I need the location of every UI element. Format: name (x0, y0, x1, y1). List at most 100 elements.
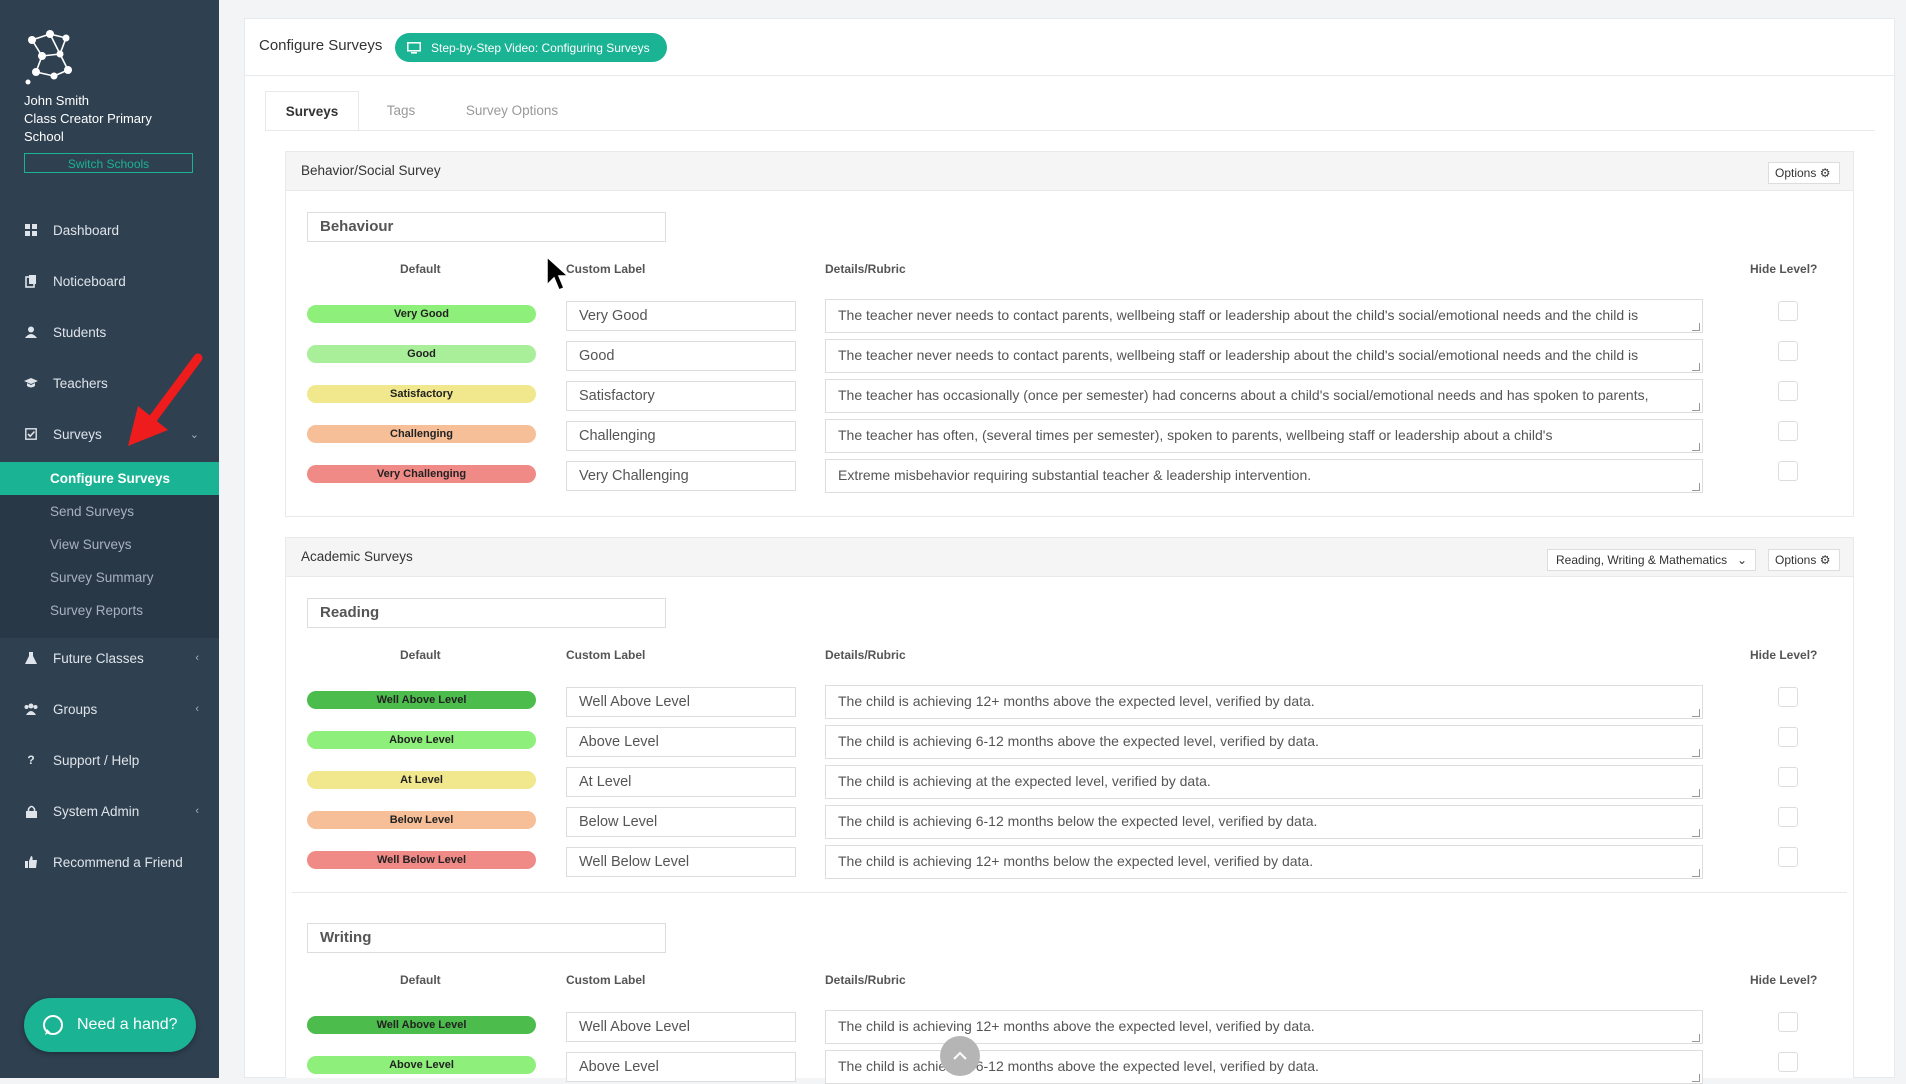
resize-handle-icon[interactable] (1692, 443, 1700, 451)
custom-label-input[interactable]: Very Good (566, 301, 796, 331)
custom-label-input[interactable]: Well Below Level (566, 847, 796, 877)
resize-handle-icon[interactable] (1692, 749, 1700, 757)
sub-send-surveys[interactable]: Send Surveys (0, 495, 219, 528)
details-textarea[interactable]: The teacher never needs to contact paren… (825, 339, 1703, 373)
tab-survey-options[interactable]: Survey Options (452, 91, 572, 131)
nav-future-classes-label: Future Classes (53, 650, 144, 666)
hide-level-checkbox[interactable] (1778, 847, 1798, 867)
nav-dashboard-label: Dashboard (53, 222, 120, 238)
video-button-label: Step-by-Step Video: Configuring Surveys (431, 40, 650, 55)
hide-level-checkbox[interactable] (1778, 727, 1798, 747)
resize-handle-icon[interactable] (1692, 403, 1700, 411)
users-icon (24, 702, 38, 716)
custom-label-input[interactable]: Well Above Level (566, 687, 796, 717)
default-level-pill: At Level (307, 771, 536, 789)
details-textarea[interactable]: The child is achieving 12+ months above … (825, 685, 1703, 719)
sub-configure-surveys[interactable]: Configure Surveys (0, 462, 219, 495)
hide-level-checkbox[interactable] (1778, 461, 1798, 481)
details-textarea[interactable]: The teacher never needs to contact paren… (825, 299, 1703, 333)
col-details: Details/Rubric (825, 262, 906, 276)
behavior-panel-title: Behavior/Social Survey (301, 163, 441, 178)
hide-level-checkbox[interactable] (1778, 807, 1798, 827)
resize-handle-icon[interactable] (1692, 1074, 1700, 1082)
custom-label-input[interactable]: Satisfactory (566, 381, 796, 411)
custom-label-input[interactable]: Below Level (566, 807, 796, 837)
details-textarea[interactable]: Extreme misbehavior requiring substantia… (825, 459, 1703, 493)
col-details: Details/Rubric (825, 973, 906, 987)
hide-level-checkbox[interactable] (1778, 421, 1798, 441)
hide-level-checkbox[interactable] (1778, 1012, 1798, 1032)
details-textarea[interactable]: The child is achieving 6-12 months above… (825, 725, 1703, 759)
section-divider (292, 892, 1847, 893)
hide-level-checkbox[interactable] (1778, 767, 1798, 787)
lock-icon (24, 804, 38, 818)
chevron-down-icon: ⌄ (1736, 553, 1747, 567)
custom-label-input[interactable]: Very Challenging (566, 461, 796, 491)
details-textarea[interactable]: The child is achieving 6-12 months below… (825, 805, 1703, 839)
sub-survey-summary[interactable]: Survey Summary (0, 561, 219, 594)
nav-system-admin[interactable]: System Admin ‹ (0, 786, 219, 836)
hide-level-checkbox[interactable] (1778, 381, 1798, 401)
monitor-icon (407, 41, 421, 54)
video-button[interactable]: Step-by-Step Video: Configuring Surveys (395, 33, 667, 62)
sub-view-surveys[interactable]: View Surveys (0, 528, 219, 561)
hide-level-checkbox[interactable] (1778, 1052, 1798, 1072)
hide-level-checkbox[interactable] (1778, 687, 1798, 707)
resize-handle-icon[interactable] (1692, 363, 1700, 371)
col-hide-level: Hide Level? (1750, 648, 1818, 662)
col-hide-level: Hide Level? (1750, 262, 1818, 276)
details-textarea[interactable]: The child is achieving at the expected l… (825, 765, 1703, 799)
nav-groups[interactable]: Groups ‹ (0, 684, 219, 734)
behavior-options-button[interactable]: Options ⚙ (1768, 162, 1840, 184)
resize-handle-icon[interactable] (1692, 709, 1700, 717)
resize-handle-icon[interactable] (1692, 829, 1700, 837)
col-custom-label: Custom Label (566, 648, 646, 662)
academic-options-button[interactable]: Options ⚙ (1768, 549, 1840, 571)
subject-select[interactable]: Reading, Writing & Mathematics ⌄ (1547, 549, 1756, 571)
hide-level-checkbox[interactable] (1778, 301, 1798, 321)
nav-dashboard[interactable]: Dashboard (0, 205, 219, 255)
details-textarea[interactable]: The teacher has occasionally (once per s… (825, 379, 1703, 413)
chat-icon (43, 1015, 63, 1035)
resize-handle-icon[interactable] (1692, 483, 1700, 491)
nav-support[interactable]: ? Support / Help (0, 735, 219, 785)
chevron-up-icon (953, 1051, 967, 1060)
details-textarea[interactable]: The child is achieving 12+ months below … (825, 845, 1703, 879)
chevron-left-icon: ‹ (195, 703, 199, 715)
details-textarea[interactable]: The teacher has often, (several times pe… (825, 419, 1703, 453)
gear-icon: ⚙ (1819, 553, 1831, 567)
options-label: Options (1775, 553, 1817, 567)
resize-handle-icon[interactable] (1692, 789, 1700, 797)
nav-students-label: Students (53, 324, 107, 340)
resize-handle-icon[interactable] (1692, 323, 1700, 331)
header-divider (244, 75, 1895, 76)
need-a-hand-label: Need a hand? (77, 1016, 178, 1033)
custom-label-input[interactable]: At Level (566, 767, 796, 797)
switch-schools-button[interactable]: Switch Schools (24, 153, 193, 173)
col-custom-label: Custom Label (566, 262, 646, 276)
mouse-cursor-icon (546, 256, 570, 291)
col-custom-label: Custom Label (566, 973, 646, 987)
nav-future-classes[interactable]: Future Classes ‹ (0, 633, 219, 683)
custom-label-input[interactable]: Above Level (566, 727, 796, 757)
tab-tags[interactable]: Tags (370, 91, 432, 131)
nav-recommend[interactable]: Recommend a Friend (0, 837, 219, 887)
sub-survey-reports[interactable]: Survey Reports (0, 594, 219, 627)
resize-handle-icon[interactable] (1692, 1034, 1700, 1042)
nav-noticeboard[interactable]: Noticeboard (0, 256, 219, 306)
tab-surveys[interactable]: Surveys (265, 91, 359, 131)
default-level-pill: Well Above Level (307, 691, 536, 709)
hide-level-checkbox[interactable] (1778, 341, 1798, 361)
default-level-pill: Very Good (307, 305, 536, 323)
custom-label-input[interactable]: Good (566, 341, 796, 371)
behaviour-section-title: Behaviour (307, 212, 666, 242)
scroll-to-top-button[interactable] (940, 1036, 980, 1076)
col-default: Default (400, 648, 441, 662)
resize-handle-icon[interactable] (1692, 869, 1700, 877)
custom-label-input[interactable]: Challenging (566, 421, 796, 451)
custom-label-input[interactable]: Well Above Level (566, 1012, 796, 1042)
need-a-hand-button[interactable]: Need a hand? (24, 998, 196, 1052)
behavior-panel-header: Behavior/Social Survey (286, 152, 1853, 191)
nav-system-admin-label: System Admin (53, 803, 140, 819)
nav-noticeboard-label: Noticeboard (53, 273, 126, 289)
